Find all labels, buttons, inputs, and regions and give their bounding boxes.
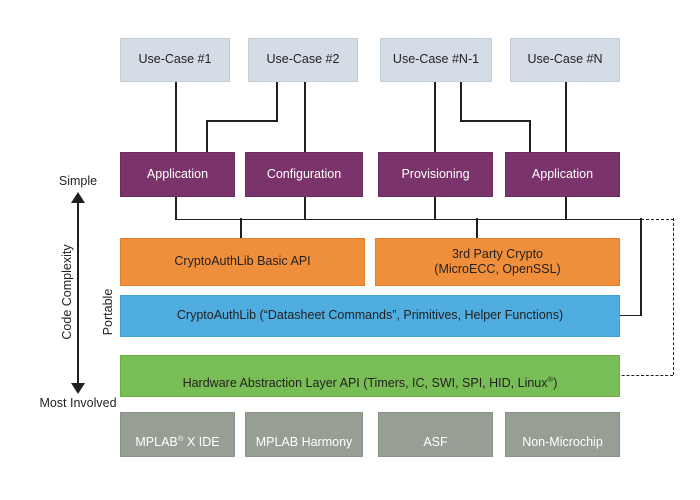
platform-label-1: MPLAB® X IDE: [131, 419, 223, 450]
axis-bottom-label: Most Involved: [39, 396, 117, 410]
usecase-label-4: Use-Case #N: [527, 52, 603, 67]
platform-label-2: MPLAB Harmony: [252, 419, 357, 450]
connector-ucn1-elbow-down: [460, 82, 462, 122]
axis-top-label: Simple: [58, 174, 98, 188]
connector-app1-to-bus: [175, 196, 177, 220]
platform-1-suffix: X IDE: [183, 434, 220, 449]
platform-box-mplab-x-ide[interactable]: MPLAB® X IDE: [120, 412, 235, 457]
axis-vertical-label: Code Complexity: [60, 244, 74, 340]
usecase-box-4[interactable]: Use-Case #N: [510, 38, 620, 82]
application-label-4: Application: [531, 166, 594, 181]
platform-2-prefix: MPLAB Harmony: [255, 434, 353, 449]
platform-label-4: Non-Microchip: [518, 419, 607, 450]
connector-uc2-elbow-into-app1: [206, 120, 208, 152]
hal-box[interactable]: Hardware Abstraction Layer API (Timers, …: [120, 355, 620, 397]
connector-bus-right-down: [640, 218, 642, 316]
usecase-label-3: Use-Case #N-1: [392, 52, 480, 67]
connector-uc2-elbow-down: [276, 82, 278, 122]
platform-1-prefix: MPLAB: [135, 434, 178, 449]
usecase-label-2: Use-Case #2: [266, 52, 340, 67]
connector-config-to-bus: [304, 196, 306, 220]
dashed-bottom-segment: [612, 374, 673, 376]
connector-uc1-app1: [175, 82, 177, 152]
axis-arrow-down-icon: [71, 383, 85, 394]
application-bus: [175, 218, 642, 221]
usecase-box-3[interactable]: Use-Case #N-1: [380, 38, 492, 82]
connector-ucn-app4: [565, 82, 567, 152]
cryptoauthlib-basic-api-label: CryptoAuthLib Basic API: [174, 254, 311, 269]
hal-label: Hardware Abstraction Layer API (Timers, …: [179, 361, 562, 392]
platform-box-asf[interactable]: ASF: [378, 412, 493, 457]
platform-4-prefix: Non-Microchip: [522, 434, 603, 449]
cryptoauthlib-library-label: CryptoAuthLib (“Datasheet Commands”, Pri…: [176, 308, 564, 323]
connector-uc2-config: [304, 82, 306, 152]
platform-label-3: ASF: [419, 419, 451, 450]
cryptoauthlib-basic-api-box[interactable]: CryptoAuthLib Basic API: [120, 238, 365, 286]
connector-ucn1-elbow-across: [460, 120, 531, 122]
application-box-1[interactable]: Application: [120, 152, 235, 197]
architecture-diagram: Simple Most Involved Code Complexity Por…: [0, 0, 700, 500]
axis-shaft: [77, 200, 79, 385]
application-box-configuration[interactable]: Configuration: [245, 152, 363, 197]
application-label-2: Configuration: [266, 166, 342, 181]
hal-label-prefix: Hardware Abstraction Layer API (Timers, …: [182, 376, 548, 390]
connector-ucn1-elbow-into-app4: [529, 120, 531, 152]
portable-label: Portable: [101, 288, 115, 336]
application-label-3: Provisioning: [401, 166, 470, 181]
usecase-box-2[interactable]: Use-Case #2: [248, 38, 358, 82]
platform-box-mplab-harmony[interactable]: MPLAB Harmony: [245, 412, 363, 457]
connector-app4-to-bus: [565, 196, 567, 220]
axis-arrow-up-icon: [71, 192, 85, 203]
third-party-crypto-label: 3rd Party Crypto (MicroECC, OpenSSL): [434, 246, 561, 276]
usecase-label-1: Use-Case #1: [138, 52, 212, 67]
dashed-top-segment: [641, 218, 674, 220]
cryptoauthlib-library-box[interactable]: CryptoAuthLib (“Datasheet Commands”, Pri…: [120, 295, 620, 337]
usecase-box-1[interactable]: Use-Case #1: [120, 38, 230, 82]
platform-box-non-microchip[interactable]: Non-Microchip: [505, 412, 620, 457]
hal-label-suffix: ): [553, 376, 558, 390]
connector-ucn1-provisioning: [434, 82, 436, 152]
third-party-crypto-box[interactable]: 3rd Party Crypto (MicroECC, OpenSSL): [375, 238, 620, 286]
application-box-4[interactable]: Application: [505, 152, 620, 197]
platform-3-prefix: ASF: [423, 434, 448, 449]
dashed-right-segment: [672, 218, 674, 375]
application-box-provisioning[interactable]: Provisioning: [378, 152, 493, 197]
application-label-1: Application: [146, 166, 209, 181]
connector-provisioning-to-bus: [434, 196, 436, 220]
connector-bus-to-3rd-party: [476, 218, 478, 238]
connector-bus-to-basic-api: [240, 218, 242, 238]
connector-uc2-elbow-across: [206, 120, 278, 122]
